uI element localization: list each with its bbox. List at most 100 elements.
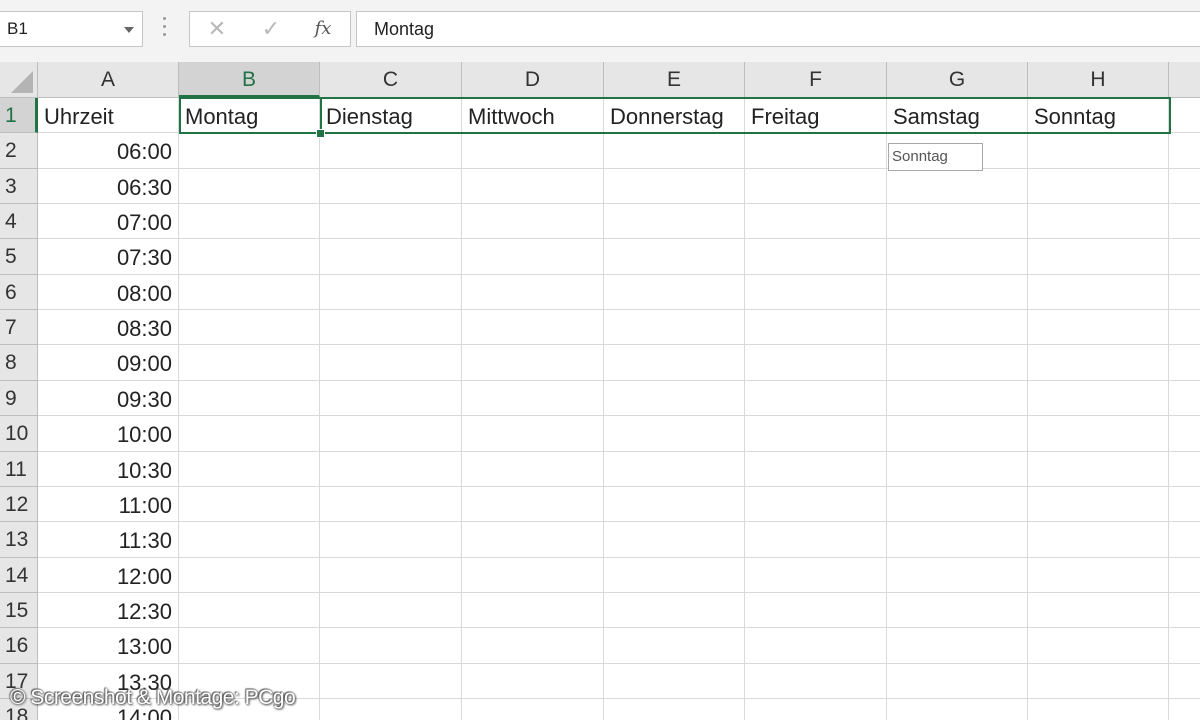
grid-cell[interactable] xyxy=(179,239,320,275)
grid-cell[interactable] xyxy=(320,416,462,452)
fill-handle[interactable] xyxy=(316,129,325,138)
column-header-g[interactable]: G xyxy=(887,62,1028,98)
grid-cell[interactable] xyxy=(1028,664,1169,699)
grid-cell[interactable] xyxy=(320,133,462,169)
header-cell[interactable]: Mittwoch xyxy=(462,98,604,133)
column-header-partial[interactable] xyxy=(1169,62,1200,98)
time-cell[interactable]: 09:00 xyxy=(38,345,179,381)
grid-cell[interactable] xyxy=(179,345,320,381)
grid-cell[interactable] xyxy=(179,416,320,452)
grid-cell[interactable] xyxy=(887,664,1028,699)
grid-cell[interactable] xyxy=(887,628,1028,664)
grid-cell[interactable] xyxy=(462,133,604,169)
grid-cell[interactable] xyxy=(887,593,1028,628)
grid-cell[interactable] xyxy=(320,169,462,204)
grid-cell[interactable] xyxy=(887,275,1028,310)
header-cell[interactable]: Dienstag xyxy=(320,98,462,133)
grid-cell[interactable] xyxy=(604,699,745,720)
header-cell[interactable]: Uhrzeit xyxy=(38,98,179,133)
grid-cell[interactable] xyxy=(1169,204,1200,239)
grid-cell[interactable] xyxy=(604,416,745,452)
header-cell[interactable]: Freitag xyxy=(745,98,887,133)
grid-cell[interactable] xyxy=(745,310,887,345)
grid-cell[interactable] xyxy=(1169,133,1200,169)
row-header[interactable]: 8 xyxy=(0,345,38,381)
grid-cell[interactable] xyxy=(179,275,320,310)
grid-cell[interactable] xyxy=(1028,381,1169,416)
grid-cell[interactable] xyxy=(745,133,887,169)
time-cell[interactable]: 08:00 xyxy=(38,275,179,310)
grid-cell[interactable] xyxy=(745,628,887,664)
grid-cell[interactable] xyxy=(1028,169,1169,204)
grid-cell[interactable] xyxy=(604,275,745,310)
grid-cell[interactable] xyxy=(745,522,887,558)
grid-cell[interactable] xyxy=(462,487,604,522)
time-cell[interactable]: 10:00 xyxy=(38,416,179,452)
grid-cell[interactable] xyxy=(604,239,745,275)
grid-cell[interactable] xyxy=(745,558,887,593)
grid-cell[interactable] xyxy=(1028,593,1169,628)
grid-cell[interactable] xyxy=(745,452,887,487)
grid-cell[interactable] xyxy=(462,699,604,720)
grid-cell[interactable] xyxy=(604,204,745,239)
time-cell[interactable]: 11:30 xyxy=(38,522,179,558)
grid-cell[interactable] xyxy=(1028,239,1169,275)
grid-cell[interactable] xyxy=(745,664,887,699)
grid-cell[interactable] xyxy=(745,699,887,720)
grid-cell[interactable] xyxy=(1169,593,1200,628)
grid-cell[interactable] xyxy=(604,381,745,416)
column-header-a[interactable]: A xyxy=(38,62,179,98)
grid-cell[interactable] xyxy=(462,345,604,381)
grid-cell[interactable] xyxy=(604,487,745,522)
grid-cell[interactable] xyxy=(320,345,462,381)
grid-cell[interactable] xyxy=(887,416,1028,452)
header-cell[interactable]: Montag xyxy=(179,98,320,133)
grid-cell[interactable] xyxy=(1169,169,1200,204)
time-cell[interactable]: 13:00 xyxy=(38,628,179,664)
grid-cell[interactable] xyxy=(887,381,1028,416)
row-header[interactable]: 13 xyxy=(0,522,38,558)
grid-cell[interactable] xyxy=(1028,628,1169,664)
grid-cell[interactable] xyxy=(179,593,320,628)
grid-cell[interactable] xyxy=(1028,416,1169,452)
grid-cell[interactable] xyxy=(1169,522,1200,558)
grid-cell[interactable] xyxy=(1169,239,1200,275)
row-header[interactable]: 11 xyxy=(0,452,38,487)
row-header[interactable]: 6 xyxy=(0,275,38,310)
grid-cell[interactable] xyxy=(179,204,320,239)
row-header[interactable]: 7 xyxy=(0,310,38,345)
grid-cell[interactable] xyxy=(320,239,462,275)
grid-cell[interactable] xyxy=(1028,558,1169,593)
grid-cell[interactable] xyxy=(320,204,462,239)
grid-cell[interactable] xyxy=(604,169,745,204)
time-cell[interactable]: 10:30 xyxy=(38,452,179,487)
grid-cell[interactable] xyxy=(462,593,604,628)
column-header-f[interactable]: F xyxy=(745,62,887,98)
grid-cell[interactable] xyxy=(179,628,320,664)
row-header[interactable]: 1 xyxy=(0,98,38,133)
grid-cell[interactable] xyxy=(462,664,604,699)
grid-cell[interactable] xyxy=(179,452,320,487)
row-header[interactable]: 15 xyxy=(0,593,38,628)
grid-cell[interactable] xyxy=(745,593,887,628)
grid-cell[interactable] xyxy=(179,169,320,204)
grid-cell[interactable] xyxy=(887,169,1028,204)
grid-cell[interactable] xyxy=(604,345,745,381)
grid-cell[interactable] xyxy=(320,699,462,720)
formula-input[interactable]: Montag xyxy=(356,11,1200,47)
header-cell[interactable]: Donnerstag xyxy=(604,98,745,133)
grid-cell[interactable] xyxy=(320,452,462,487)
row-header[interactable]: 10 xyxy=(0,416,38,452)
grid-cell[interactable] xyxy=(1169,487,1200,522)
grid-cell[interactable] xyxy=(1169,98,1200,133)
grid-cell[interactable] xyxy=(179,310,320,345)
grid-cell[interactable] xyxy=(462,204,604,239)
grid-cell[interactable] xyxy=(320,381,462,416)
check-icon[interactable]: ✓ xyxy=(256,16,286,42)
drag-handle-icon[interactable] xyxy=(163,17,167,43)
grid-cell[interactable] xyxy=(745,345,887,381)
grid-cell[interactable] xyxy=(462,239,604,275)
column-header-c[interactable]: C xyxy=(320,62,462,98)
grid-cell[interactable] xyxy=(462,169,604,204)
grid-cell[interactable] xyxy=(745,239,887,275)
